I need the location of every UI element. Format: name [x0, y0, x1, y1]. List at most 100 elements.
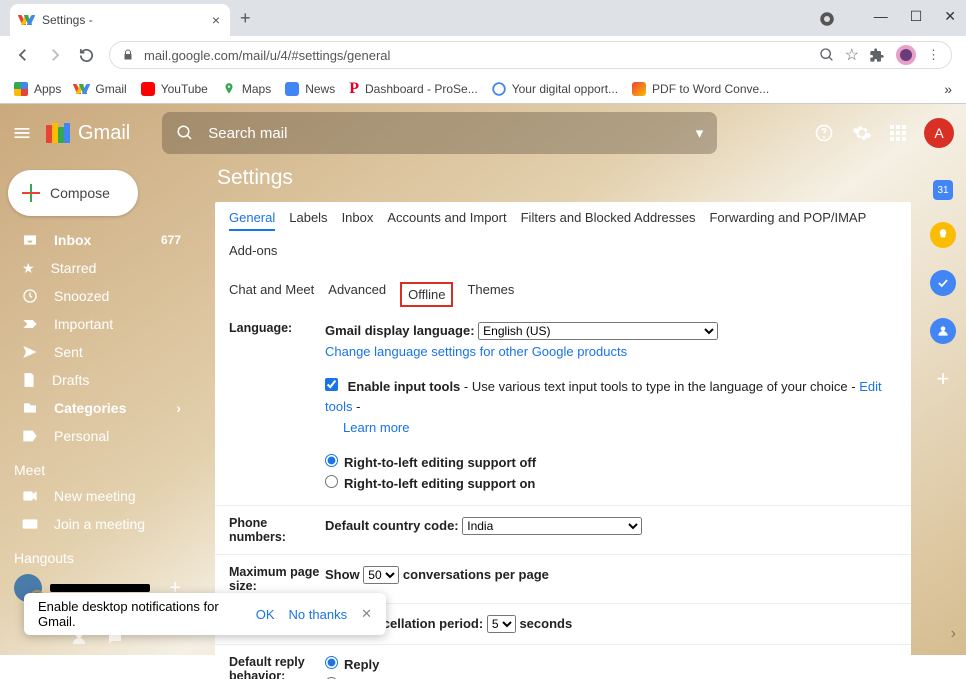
app-header: Gmail Search mail ▾ A	[0, 104, 966, 162]
gmail-icon	[75, 84, 89, 94]
input-tools-learn-more-link[interactable]: Learn more	[343, 420, 409, 435]
display-language-select[interactable]: English (US)	[478, 322, 718, 340]
settings-tabs: General Labels Inbox Accounts and Import…	[215, 202, 911, 311]
bookmark-news[interactable]: News	[285, 82, 335, 96]
toast-no-thanks-button[interactable]: No thanks	[289, 607, 348, 622]
reload-icon[interactable]	[78, 47, 95, 64]
undo-period-select[interactable]: 5	[487, 615, 516, 633]
profile-avatar-icon[interactable]	[895, 44, 917, 66]
youtube-icon	[141, 82, 155, 96]
toast-text: Enable desktop notifications for Gmail.	[38, 599, 242, 629]
tab-offline[interactable]: Offline	[400, 282, 453, 307]
sidebar-item-inbox[interactable]: Inbox 677	[0, 226, 195, 254]
profile-indicator-icon[interactable]	[818, 10, 836, 28]
clock-icon	[22, 288, 38, 304]
country-code-select[interactable]: India	[462, 517, 642, 535]
tab-chat[interactable]: Chat and Meet	[229, 282, 314, 307]
address-field[interactable]: mail.google.com/mail/u/4/#settings/gener…	[109, 41, 952, 69]
compose-button[interactable]: Compose	[8, 170, 138, 216]
tab-forwarding[interactable]: Forwarding and POP/IMAP	[709, 210, 866, 231]
keep-icon[interactable]	[930, 222, 956, 248]
language-label: Language:	[229, 321, 325, 495]
keyboard-icon	[22, 518, 38, 530]
bookmark-star-icon[interactable]: ☆	[845, 45, 859, 65]
country-code-label: Default country code:	[325, 518, 459, 533]
zoom-icon[interactable]	[819, 47, 835, 63]
enable-input-tools-label: Enable input tools	[348, 379, 461, 394]
tasks-icon[interactable]	[930, 270, 956, 296]
hangouts-contacts-icon[interactable]	[70, 629, 88, 647]
side-panel: 31 +	[920, 162, 966, 392]
window-maximize-icon[interactable]: ☐	[910, 8, 923, 25]
rtl-on-option[interactable]: Right-to-left editing support on	[325, 476, 535, 491]
bookmark-apps[interactable]: Apps	[14, 82, 61, 96]
bookmark-digital[interactable]: Your digital opport...	[492, 82, 618, 96]
sidebar-item-join-meeting[interactable]: Join a meeting	[0, 510, 195, 538]
hangouts-section-title: Hangouts	[0, 538, 195, 570]
browser-tab[interactable]: Settings - ×	[10, 4, 230, 36]
bookmark-dashboard[interactable]: PDashboard - ProSe...	[349, 80, 478, 98]
new-tab-button[interactable]: +	[240, 8, 251, 29]
tab-accounts[interactable]: Accounts and Import	[387, 210, 506, 231]
page-size-select[interactable]: 50	[363, 566, 399, 584]
window-close-icon[interactable]: ✕	[944, 8, 956, 25]
bookmark-pdf[interactable]: PDF to Word Conve...	[632, 82, 769, 96]
google-apps-icon[interactable]	[890, 125, 906, 141]
tab-themes[interactable]: Themes	[467, 282, 514, 307]
meet-section-title: Meet	[0, 450, 195, 482]
inbox-count: 677	[161, 233, 181, 247]
pagesize-label: Maximum page size:	[229, 565, 325, 593]
sidebar-item-snoozed[interactable]: Snoozed	[0, 282, 195, 310]
tab-advanced[interactable]: Advanced	[328, 282, 386, 307]
change-language-link[interactable]: Change language settings for other Googl…	[325, 344, 627, 359]
search-placeholder: Search mail	[208, 125, 681, 142]
forward-icon[interactable]	[46, 46, 64, 64]
reply-option[interactable]: Reply	[325, 657, 379, 672]
addon-add-icon[interactable]: +	[937, 366, 950, 392]
gmail-favicon	[20, 15, 34, 25]
tab-general[interactable]: General	[229, 210, 275, 231]
tab-filters[interactable]: Filters and Blocked Addresses	[521, 210, 696, 231]
gmail-logo[interactable]: Gmail	[46, 122, 130, 145]
support-icon[interactable]	[814, 123, 834, 143]
bookmark-overflow-icon[interactable]: »	[944, 81, 952, 97]
phone-label: Phone numbers:	[229, 516, 325, 544]
sidebar-item-starred[interactable]: ★Starred	[0, 254, 195, 282]
gmail-m-icon	[46, 123, 72, 143]
pdf-icon	[632, 82, 646, 96]
tab-inbox[interactable]: Inbox	[342, 210, 374, 231]
tab-addons[interactable]: Add-ons	[229, 243, 277, 258]
browser-menu-icon[interactable]: ⋮	[927, 47, 939, 63]
sidebar-item-drafts[interactable]: Drafts	[0, 366, 195, 394]
sidebar-item-personal[interactable]: Personal	[0, 422, 195, 450]
contacts-icon[interactable]	[930, 318, 956, 344]
bookmark-maps[interactable]: Maps	[222, 82, 271, 96]
close-tab-icon[interactable]: ×	[212, 12, 220, 28]
star-icon: ★	[22, 260, 35, 277]
sidebar-item-new-meeting[interactable]: New meeting	[0, 482, 195, 510]
enable-input-tools-checkbox[interactable]	[325, 378, 338, 391]
toast-close-icon[interactable]: ✕	[361, 606, 372, 622]
extensions-icon[interactable]	[869, 47, 885, 63]
bookmark-gmail[interactable]: Gmail	[75, 82, 126, 96]
main-menu-icon[interactable]	[12, 123, 32, 143]
toast-ok-button[interactable]: OK	[256, 607, 275, 622]
rtl-off-option[interactable]: Right-to-left editing support off	[325, 455, 536, 470]
bookmark-youtube[interactable]: YouTube	[141, 82, 208, 96]
bookmark-bar: Apps Gmail YouTube Maps News PDashboard …	[0, 74, 966, 104]
categories-icon	[22, 400, 38, 416]
hangouts-chat-icon[interactable]	[106, 629, 124, 647]
account-avatar[interactable]: A	[924, 118, 954, 148]
hangouts-footer	[70, 629, 124, 647]
search-options-icon[interactable]: ▾	[696, 124, 704, 142]
tab-labels[interactable]: Labels	[289, 210, 327, 231]
side-panel-collapse-icon[interactable]: ›	[951, 625, 956, 643]
back-icon[interactable]	[14, 46, 32, 64]
window-minimize-icon[interactable]: —	[874, 8, 888, 25]
sidebar-item-categories[interactable]: Categories›	[0, 394, 195, 422]
search-box[interactable]: Search mail ▾	[162, 112, 717, 154]
sidebar-item-important[interactable]: Important	[0, 310, 195, 338]
settings-gear-icon[interactable]	[852, 123, 872, 143]
sidebar-item-sent[interactable]: Sent	[0, 338, 195, 366]
calendar-icon[interactable]: 31	[933, 180, 953, 200]
